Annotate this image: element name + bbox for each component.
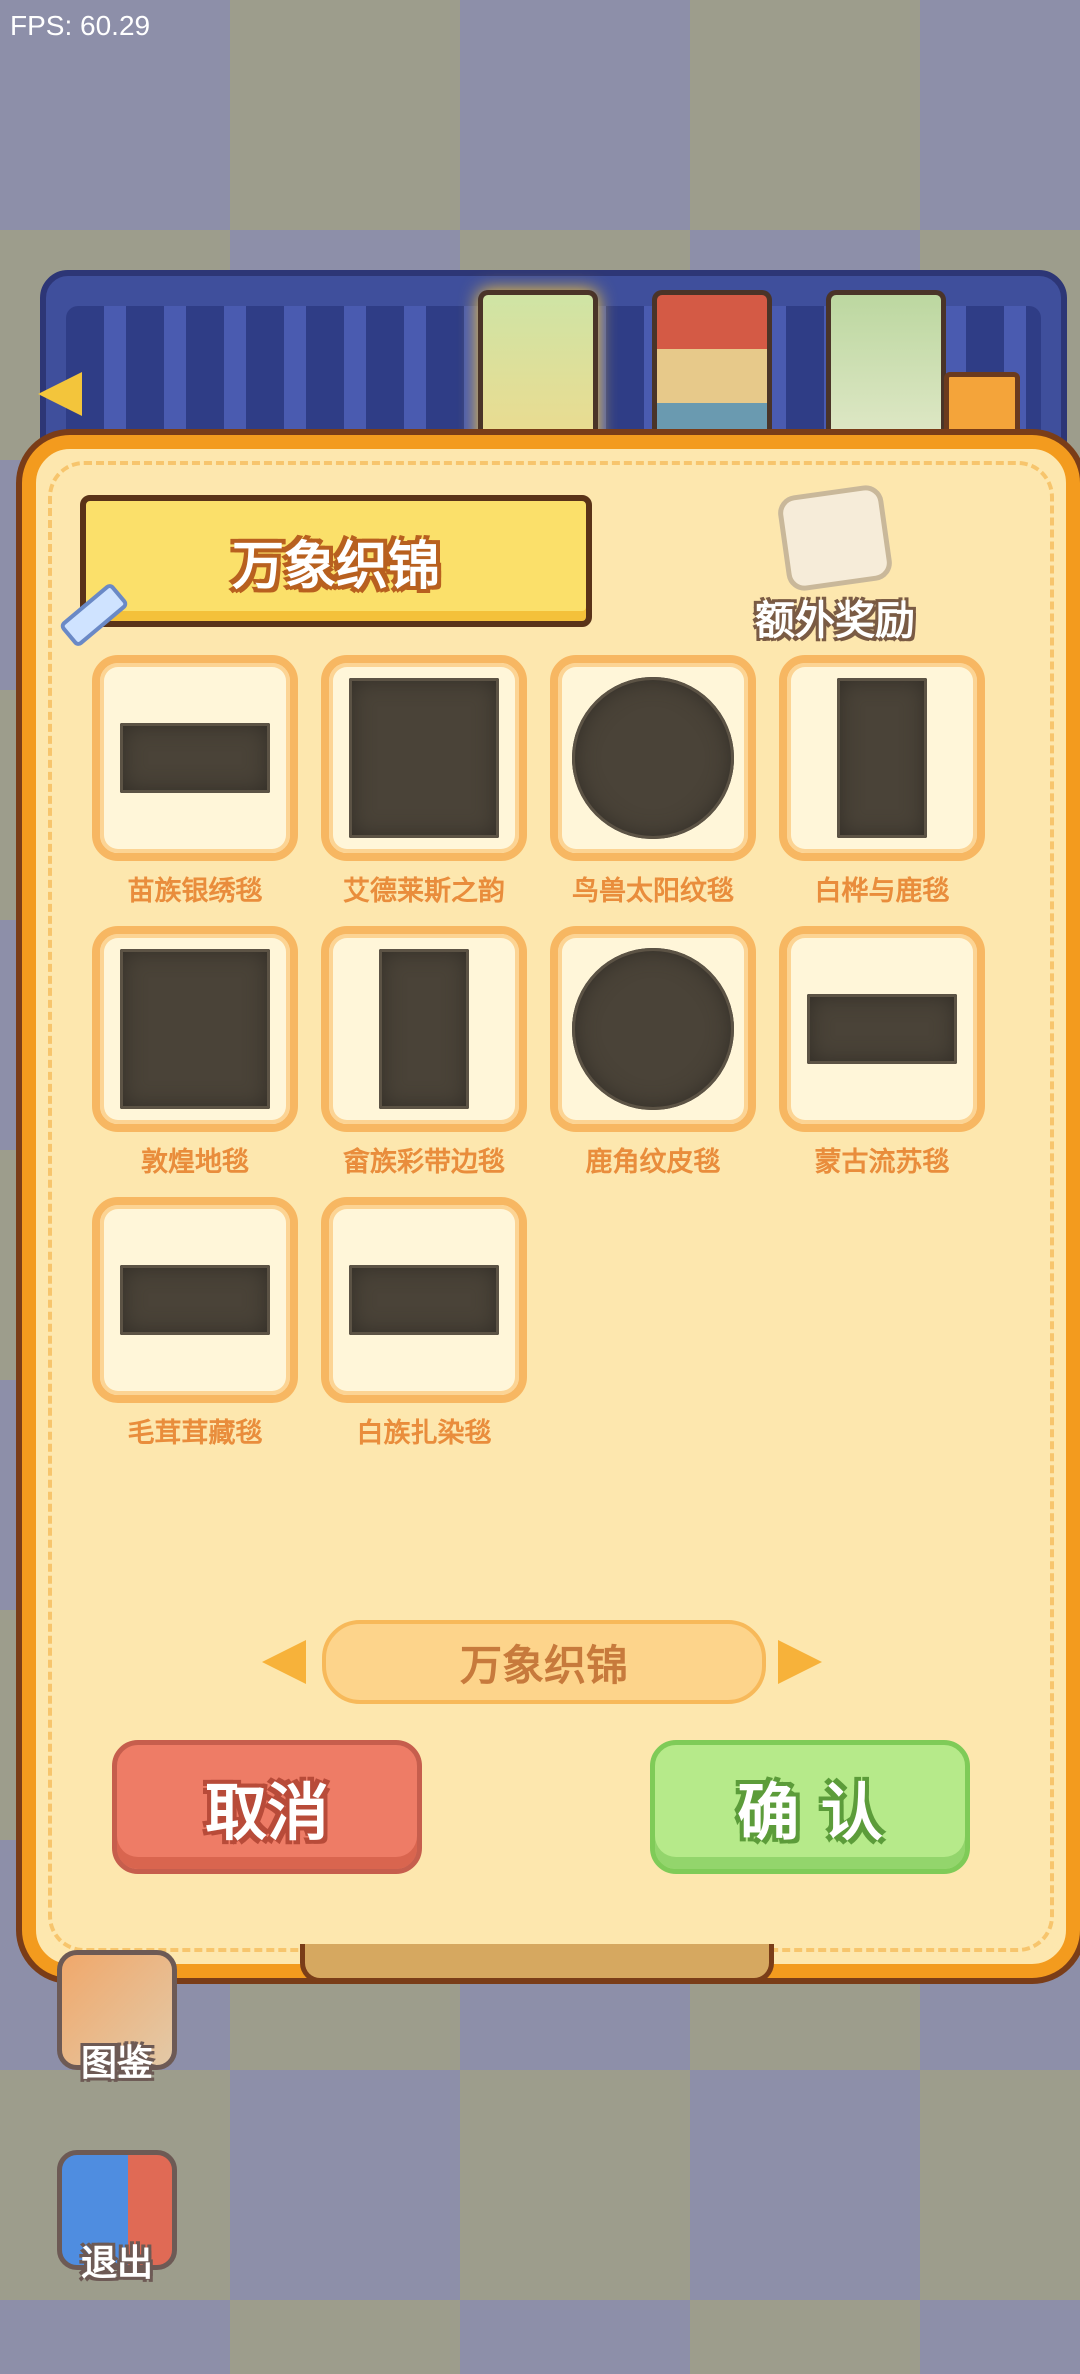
gift-box-icon <box>775 483 895 593</box>
rug-item[interactable]: 毛茸茸藏毯 <box>85 1197 305 1450</box>
rug-frame <box>321 1197 527 1403</box>
rug-item[interactable]: 白族扎染毯 <box>314 1197 534 1450</box>
rug-frame <box>92 926 298 1132</box>
rug-label: 畲族彩带边毯 <box>343 1147 505 1178</box>
rug-label: 白桦与鹿毯 <box>814 876 950 907</box>
rug-image <box>120 1265 270 1335</box>
rug-frame <box>92 655 298 861</box>
rug-frame <box>321 655 527 861</box>
rug-image <box>349 1265 499 1335</box>
exit-label: 退出 <box>80 2243 153 2284</box>
rug-frame <box>92 1197 298 1403</box>
fps-counter: FPS: 60.29 <box>10 10 151 41</box>
rug-image <box>807 994 957 1064</box>
rug-image <box>837 678 927 838</box>
rug-image <box>349 678 499 838</box>
rug-frame <box>550 926 756 1132</box>
panel-bottom-tab <box>300 1944 774 1983</box>
cancel-button[interactable]: 取消 <box>112 1740 422 1874</box>
rug-image <box>120 723 270 793</box>
rug-item[interactable]: 鸟兽太阳纹毯 <box>543 655 763 908</box>
rug-item[interactable]: 畲族彩带边毯 <box>314 926 534 1179</box>
rug-frame <box>779 926 985 1132</box>
rug-frame <box>550 655 756 861</box>
rug-label: 鸟兽太阳纹毯 <box>572 876 734 907</box>
rug-frame <box>321 926 527 1132</box>
rug-label: 艾德莱斯之韵 <box>343 876 505 907</box>
rug-label: 蒙古流苏毯 <box>814 1147 950 1178</box>
rug-label: 白族扎染毯 <box>356 1418 492 1449</box>
panel-title: 万象织锦 <box>231 536 440 597</box>
rug-item[interactable]: 苗族银绣毯 <box>85 655 305 908</box>
rug-label: 毛茸茸藏毯 <box>127 1418 263 1449</box>
rug-image <box>120 949 270 1109</box>
rug-item[interactable]: 艾德莱斯之韵 <box>314 655 534 908</box>
shelf-left-arrow-icon[interactable] <box>38 372 82 416</box>
rug-item[interactable]: 白桦与鹿毯 <box>772 655 992 908</box>
rug-label: 敦煌地毯 <box>141 1147 249 1178</box>
rug-image <box>572 948 734 1110</box>
rug-image <box>379 949 469 1109</box>
bonus-reward-button[interactable]: 额外奖励 <box>740 480 930 644</box>
guide-button[interactable]: 图鉴 <box>52 1950 182 2100</box>
rug-label: 苗族银绣毯 <box>127 876 263 907</box>
exit-button[interactable]: 退出 <box>52 2150 182 2300</box>
panel-title-banner: 万象织锦 <box>80 495 592 627</box>
collection-selector[interactable]: 万象织锦 <box>322 1620 766 1704</box>
prev-page-arrow-icon[interactable] <box>262 1640 306 1684</box>
next-page-arrow-icon[interactable] <box>778 1640 822 1684</box>
guide-label: 图鉴 <box>80 2043 153 2084</box>
rug-frame <box>779 655 985 861</box>
rug-item[interactable]: 敦煌地毯 <box>85 926 305 1179</box>
rug-item[interactable]: 蒙古流苏毯 <box>772 926 992 1179</box>
confirm-button[interactable]: 确 认 <box>650 1740 970 1874</box>
rug-image <box>572 677 734 839</box>
rug-label: 鹿角纹皮毯 <box>585 1147 721 1178</box>
rug-item[interactable]: 鹿角纹皮毯 <box>543 926 763 1179</box>
bonus-reward-label: 额外奖励 <box>755 598 915 644</box>
